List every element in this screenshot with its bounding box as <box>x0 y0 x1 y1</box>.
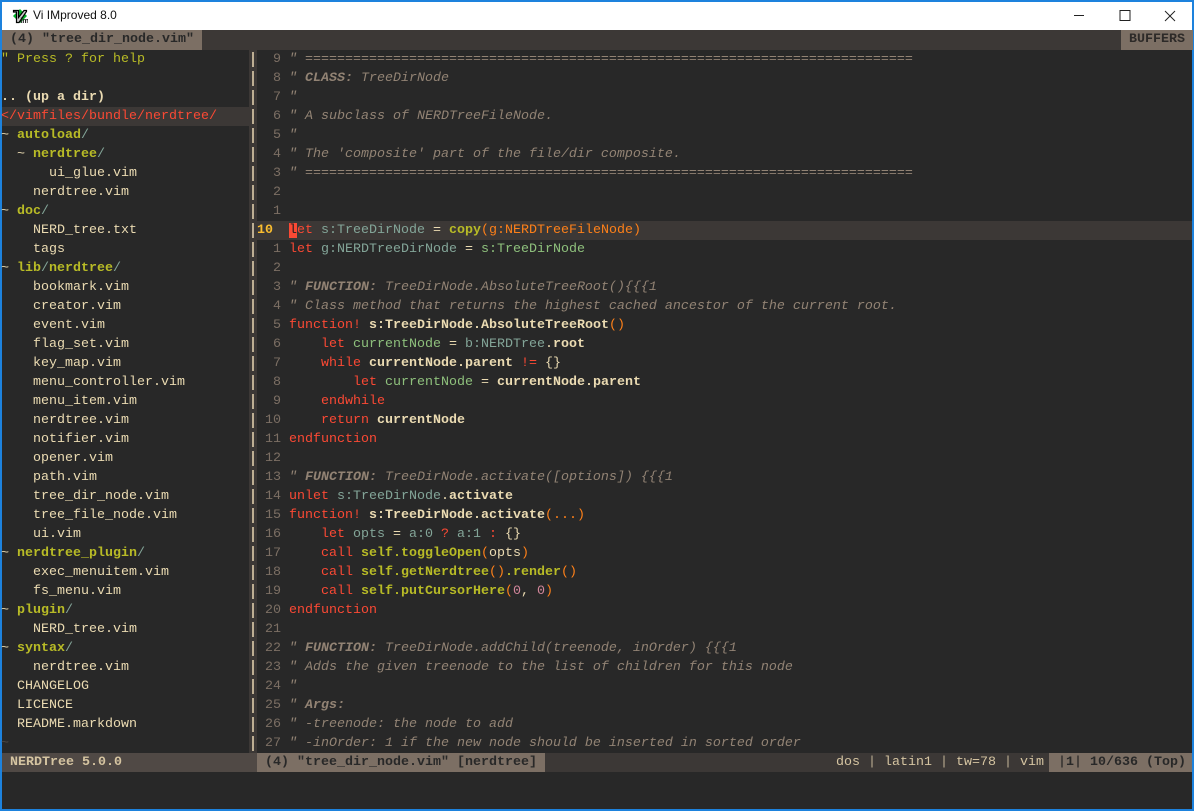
svg-text:im: im <box>20 16 28 24</box>
